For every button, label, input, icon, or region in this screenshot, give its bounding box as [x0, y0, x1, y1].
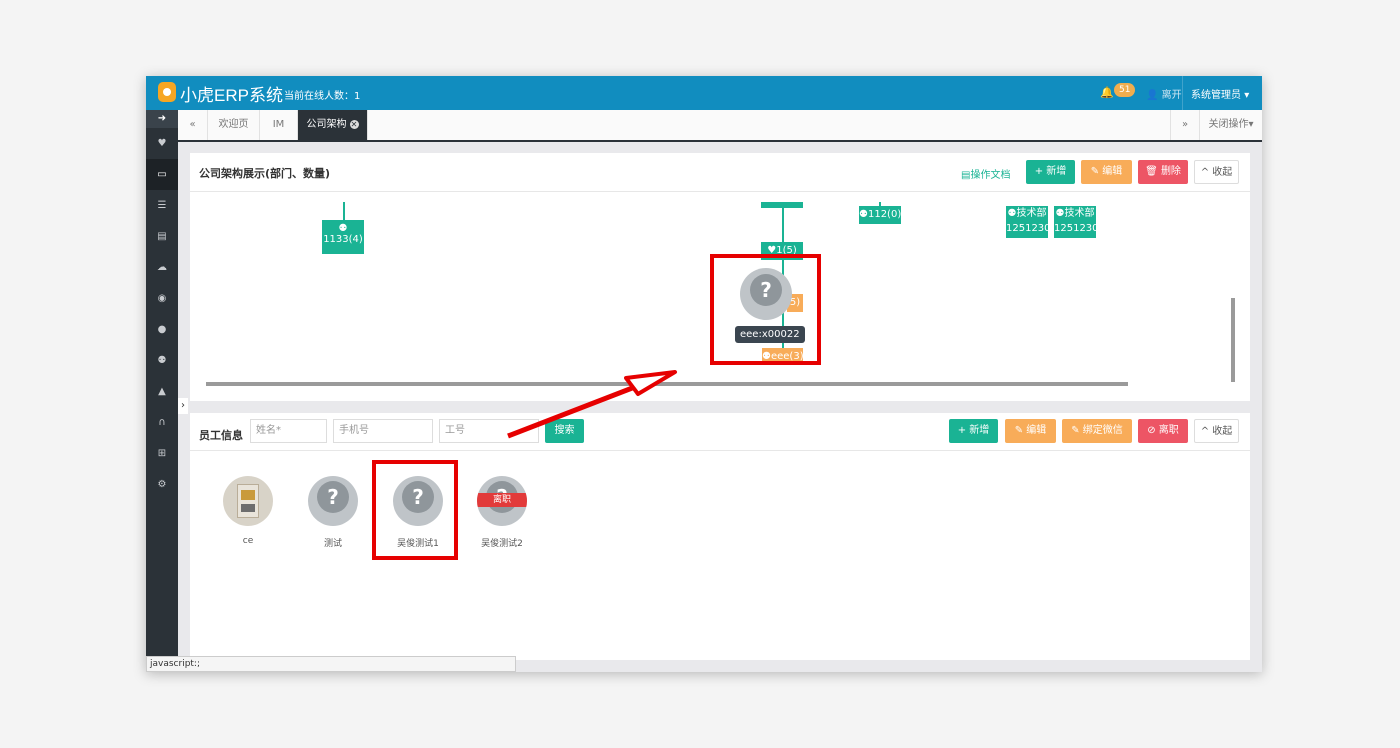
employee-panel: 员工信息 姓名* 手机号 工号 搜索 + 新增 ✎ 编辑 ✎ 绑定微信 ⊘ 离职…: [190, 413, 1250, 660]
org-panel-title: 公司架构展示(部门、数量): [199, 167, 331, 180]
org-collapse-label: 收起: [1212, 167, 1233, 178]
app-window: 小虎ERP系统 当前在线人数：1 🔔 51 👤 离开 系统管理员 ▾ ➜ ♥ ▭…: [146, 76, 1262, 672]
sidebar-cart-icon[interactable]: ⊞: [146, 438, 178, 469]
org-node-label: 技术部: [1016, 208, 1047, 219]
sidebar-list-icon[interactable]: ☰: [146, 190, 178, 221]
online-count: 当前在线人数：1: [284, 91, 361, 102]
user-icon: 👤: [1146, 90, 1159, 101]
book-cover-image: [241, 504, 255, 512]
org-add-label: 新增: [1046, 166, 1067, 177]
emp-edit-button[interactable]: ✎ 编辑: [1005, 419, 1056, 443]
org-edit-label: 编辑: [1102, 166, 1123, 177]
book-cover-image: [241, 490, 255, 500]
sidebar-cloud-icon[interactable]: ☁: [146, 252, 178, 283]
resigned-badge: 离职: [477, 493, 527, 507]
sidebar-users-icon[interactable]: ⚉: [146, 345, 178, 376]
org-node[interactable]: ⚉112(0): [859, 206, 901, 224]
org-edit-button[interactable]: ✎ 编辑: [1081, 160, 1132, 184]
group-icon: ⚉: [338, 223, 348, 234]
employee-name[interactable]: 测试: [298, 536, 368, 549]
sidebar-road-icon[interactable]: ▲: [146, 376, 178, 407]
highlight-box-tree-employee: [710, 254, 821, 365]
app-title: 小虎ERP系统: [180, 86, 283, 105]
employee-panel-title: 员工信息: [199, 429, 243, 442]
employee-name[interactable]: ce: [213, 536, 283, 546]
tab-org[interactable]: 公司架构 ✕: [298, 110, 368, 140]
user-status-label: 离开: [1161, 90, 1182, 101]
sidebar-headphones-icon[interactable]: ∩: [146, 407, 178, 438]
id-search-input[interactable]: 工号: [439, 419, 539, 443]
org-node[interactable]: ⚉技术部12512301: [1006, 206, 1048, 238]
user-status: 👤 离开: [1146, 86, 1182, 101]
org-collapse-button[interactable]: ^ 收起: [1194, 160, 1239, 184]
notification-badge[interactable]: 51: [1114, 83, 1136, 97]
browser-status-bar: javascript:;: [146, 656, 516, 672]
org-delete-button[interactable]: 🗑 删除: [1138, 160, 1188, 184]
doc-link-label: 操作文档: [970, 170, 1011, 181]
tree-line: [343, 202, 345, 220]
employee-avatar-photo[interactable]: [223, 476, 273, 526]
question-icon: ?: [317, 481, 349, 513]
emp-add-button[interactable]: + 新增: [949, 419, 998, 443]
sidebar-globe-icon[interactable]: ◉: [146, 283, 178, 314]
emp-collapse-label: 收起: [1212, 426, 1233, 437]
org-node-code: 12512301: [1054, 223, 1096, 234]
resign-button[interactable]: ⊘ 离职: [1138, 419, 1188, 443]
org-node[interactable]: ⚉ 1133(4): [322, 220, 364, 254]
tab-org-label: 公司架构: [306, 119, 347, 130]
employee-avatar[interactable]: ? 离职: [477, 476, 527, 526]
close-ops-menu[interactable]: 关闭操作▾: [1200, 110, 1262, 140]
phone-search-input[interactable]: 手机号: [333, 419, 433, 443]
bell-icon[interactable]: 🔔: [1100, 86, 1114, 99]
divider: [190, 450, 1250, 451]
vertical-scrollbar[interactable]: [1231, 298, 1235, 382]
tabs-prev-button[interactable]: «: [178, 110, 208, 140]
sidebar-expand-icon[interactable]: ➜: [146, 110, 178, 128]
doc-link[interactable]: ▤操作文档: [961, 166, 1010, 181]
user-name: 系统管理员: [1191, 90, 1241, 101]
close-tab-icon[interactable]: ✕: [349, 120, 359, 129]
search-button[interactable]: 搜索: [545, 419, 584, 443]
sidebar-heart-icon[interactable]: ♥: [146, 128, 178, 159]
sidebar-monitor-icon[interactable]: ▭: [146, 159, 178, 190]
close-ops-label: 关闭操作: [1208, 119, 1249, 130]
sidebar-book-icon[interactable]: ▤: [146, 221, 178, 252]
org-node-label: 112(0): [867, 209, 902, 220]
top-bar: 小虎ERP系统 当前在线人数：1 🔔 51 👤 离开 系统管理员 ▾: [146, 76, 1262, 110]
sidebar-user-icon[interactable]: ●: [146, 314, 178, 345]
org-node-code: 12512301: [1006, 223, 1048, 234]
sidebar: ➜ ♥ ▭ ☰ ▤ ☁ ◉ ● ⚉ ▲ ∩ ⊞ ⚙: [146, 110, 178, 672]
tiger-logo-icon: [158, 82, 176, 102]
org-node-label: 技术部: [1064, 208, 1095, 219]
org-node-label: 1133(4): [323, 234, 363, 245]
employee-avatar[interactable]: ?: [308, 476, 358, 526]
bind-wechat-button[interactable]: ✎ 绑定微信: [1062, 419, 1132, 443]
tabs-bar: « 欢迎页 IM 公司架构 ✕ » 关闭操作▾: [178, 110, 1262, 142]
tab-im[interactable]: IM: [260, 110, 298, 140]
highlight-box-employee-card: [372, 460, 458, 560]
bind-wechat-label: 绑定微信: [1082, 425, 1123, 436]
emp-edit-label: 编辑: [1026, 425, 1047, 436]
tab-welcome[interactable]: 欢迎页: [208, 110, 260, 140]
group-icon: ⚉: [859, 209, 868, 220]
employee-name[interactable]: 吴俊测试2: [467, 536, 537, 549]
org-node[interactable]: ⚉技术部12512301: [1054, 206, 1096, 238]
horizontal-scrollbar[interactable]: [206, 382, 1128, 386]
org-delete-label: 删除: [1160, 166, 1181, 177]
caret-down-icon: ▾: [1244, 90, 1250, 101]
name-search-input[interactable]: 姓名*: [250, 419, 327, 443]
org-add-button[interactable]: + 新增: [1026, 160, 1075, 184]
caret-down-icon: ▾: [1248, 119, 1254, 130]
sidebar-gear-icon[interactable]: ⚙: [146, 469, 178, 500]
resign-label: 离职: [1158, 425, 1179, 436]
emp-add-label: 新增: [969, 425, 990, 436]
emp-collapse-button[interactable]: ^ 收起: [1194, 419, 1239, 443]
user-menu[interactable]: 系统管理员 ▾: [1182, 76, 1257, 110]
tabs-next-button[interactable]: »: [1170, 110, 1200, 140]
sidebar-toggle-icon[interactable]: ›: [178, 398, 188, 414]
